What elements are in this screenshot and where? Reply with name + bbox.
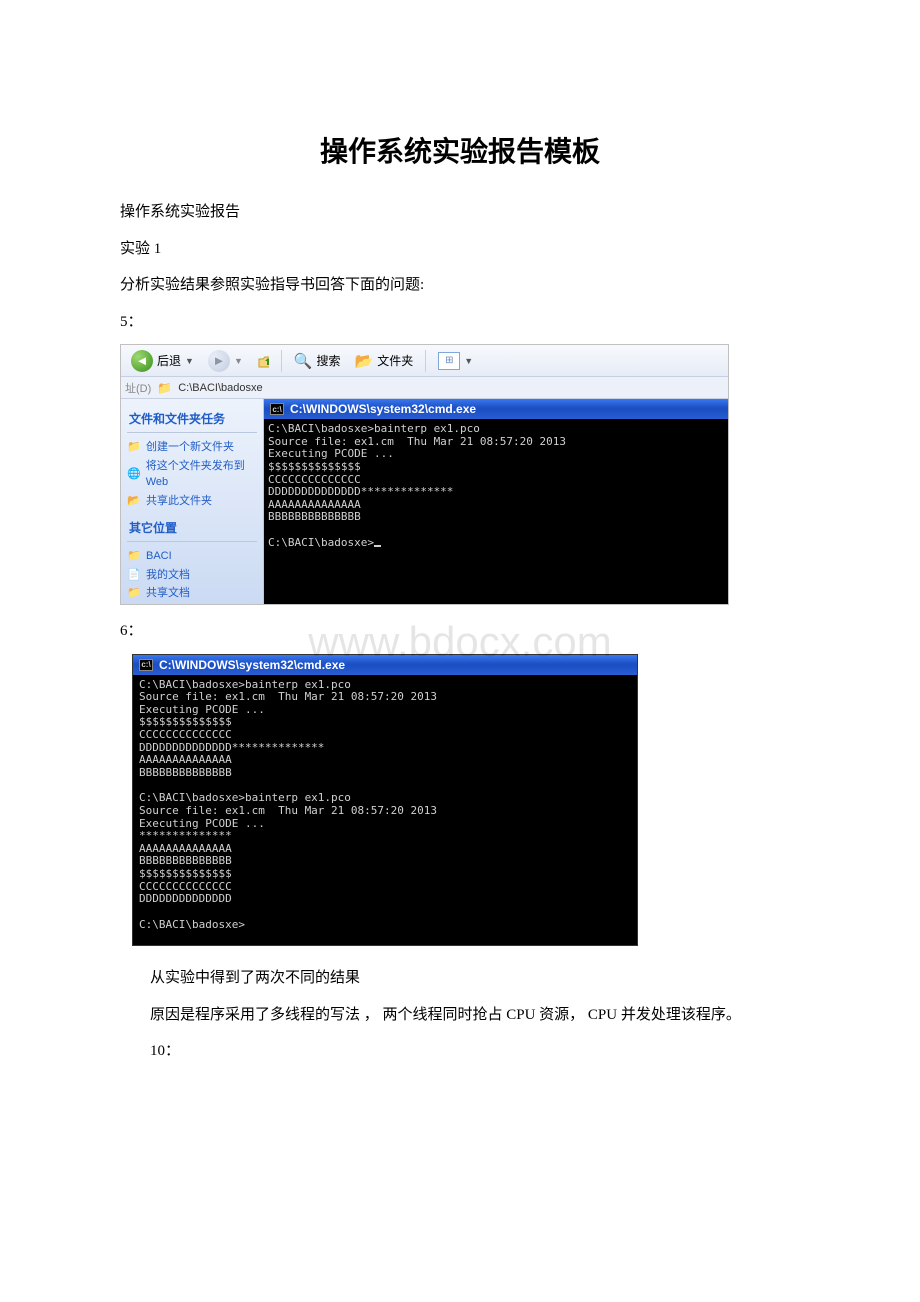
folder-icon: 📁 <box>157 381 172 395</box>
place-label: BACI <box>146 548 172 565</box>
place-shareddocs[interactable]: 📁 共享文档 <box>127 584 257 603</box>
paragraph-item10: 10： <box>120 1037 800 1066</box>
task-new-folder[interactable]: 📁 创建一个新文件夹 <box>127 438 257 457</box>
search-button[interactable]: 🔍 搜索 <box>288 350 347 372</box>
task-publish-web[interactable]: 🌐 将这个文件夹发布到 Web <box>127 457 257 492</box>
screenshot-explorer-cmd: ◄ 后退 ▼ ► ▼ 🔍 搜索 📂 文件夹 ⊞ ▼ 址(D) <box>120 344 729 605</box>
search-icon: 🔍 <box>294 352 313 370</box>
toolbar-separator <box>281 350 282 372</box>
folder-icon: 📁 <box>127 548 141 565</box>
task-share-folder[interactable]: 📂 共享此文件夹 <box>127 492 257 511</box>
up-button[interactable] <box>251 350 275 372</box>
cmd-title: C:\WINDOWS\system32\cmd.exe <box>159 658 345 672</box>
document-title: 操作系统实验报告模板 <box>120 130 800 170</box>
search-label: 搜索 <box>317 352 341 369</box>
globe-icon: 🌐 <box>127 466 141 483</box>
chevron-down-icon: ▼ <box>234 356 243 366</box>
tasks-heading: 文件和文件夹任务 <box>127 407 257 433</box>
cmd-icon: c:\ <box>270 403 284 415</box>
place-baci[interactable]: 📁 BACI <box>127 547 257 566</box>
paragraph-reason: 原因是程序采用了多线程的写法 ， 两个线程同时抢占 CPU 资源， CPU 并发… <box>120 1001 800 1030</box>
paragraph-analysis: 分析实验结果参照实验指导书回答下面的问题: <box>120 271 800 300</box>
task-label: 创建一个新文件夹 <box>146 439 234 456</box>
other-places: 其它位置 📁 BACI 📄 我的文档 📁 共享文档 <box>127 516 257 603</box>
chevron-down-icon: ▼ <box>185 356 194 366</box>
back-label: 后退 <box>157 352 181 369</box>
screenshot-cmd-two-runs: c:\ C:\WINDOWS\system32\cmd.exe C:\BACI\… <box>132 654 638 947</box>
paragraph-item6: 6： <box>120 617 800 646</box>
paragraph-different-results: 从实验中得到了两次不同的结果 <box>120 964 800 993</box>
file-folder-tasks: 文件和文件夹任务 📁 创建一个新文件夹 🌐 将这个文件夹发布到 Web 📂 共享… <box>127 407 257 510</box>
folder-icon: 📁 <box>127 585 141 602</box>
place-label: 共享文档 <box>146 585 190 602</box>
paragraph-report-header: 操作系统实验报告 <box>120 198 800 227</box>
toolbar-separator <box>425 350 426 372</box>
other-places-heading: 其它位置 <box>127 516 257 542</box>
cmd-titlebar[interactable]: c:\ C:\WINDOWS\system32\cmd.exe <box>133 655 637 675</box>
cmd-icon: c:\ <box>139 659 153 671</box>
cmd-output: C:\BACI\badosxe>bainterp ex1.pco Source … <box>264 419 728 604</box>
up-folder-icon <box>257 351 269 371</box>
cmd-text: C:\BACI\badosxe>bainterp ex1.pco Source … <box>268 422 566 549</box>
paragraph-exp1: 实验 1 <box>120 235 800 264</box>
back-icon: ◄ <box>131 350 153 372</box>
cmd-output: C:\BACI\badosxe>bainterp ex1.pco Source … <box>133 675 637 946</box>
share-icon: 📂 <box>127 493 141 510</box>
place-mydocs[interactable]: 📄 我的文档 <box>127 566 257 585</box>
folders-button[interactable]: 📂 文件夹 <box>349 350 420 372</box>
place-label: 我的文档 <box>146 567 190 584</box>
task-label: 将这个文件夹发布到 Web <box>146 458 257 491</box>
views-button[interactable]: ⊞ ▼ <box>432 350 479 372</box>
cmd-titlebar[interactable]: c:\ C:\WINDOWS\system32\cmd.exe <box>264 399 728 419</box>
task-label: 共享此文件夹 <box>146 493 212 510</box>
cmd-title: C:\WINDOWS\system32\cmd.exe <box>290 402 476 416</box>
paragraph-item5: 5： <box>120 308 800 337</box>
forward-icon: ► <box>208 350 230 372</box>
address-path: C:\BACI\badosxe <box>178 382 262 394</box>
folders-label: 文件夹 <box>377 352 413 369</box>
explorer-toolbar: ◄ 后退 ▼ ► ▼ 🔍 搜索 📂 文件夹 ⊞ ▼ <box>121 345 728 377</box>
cmd-window: c:\ C:\WINDOWS\system32\cmd.exe C:\BACI\… <box>264 399 728 604</box>
chevron-down-icon: ▼ <box>464 356 473 366</box>
back-button[interactable]: ◄ 后退 ▼ <box>125 348 200 374</box>
new-folder-icon: 📁 <box>127 439 141 456</box>
explorer-task-pane: 文件和文件夹任务 📁 创建一个新文件夹 🌐 将这个文件夹发布到 Web 📂 共享… <box>121 399 264 604</box>
folders-icon: 📂 <box>355 352 374 370</box>
cursor <box>374 545 381 547</box>
address-bar[interactable]: 址(D) 📁 C:\BACI\badosxe <box>121 377 728 399</box>
forward-button[interactable]: ► ▼ <box>202 348 249 374</box>
address-label: 址(D) <box>125 380 151 396</box>
views-icon: ⊞ <box>438 352 460 370</box>
document-icon: 📄 <box>127 567 141 584</box>
